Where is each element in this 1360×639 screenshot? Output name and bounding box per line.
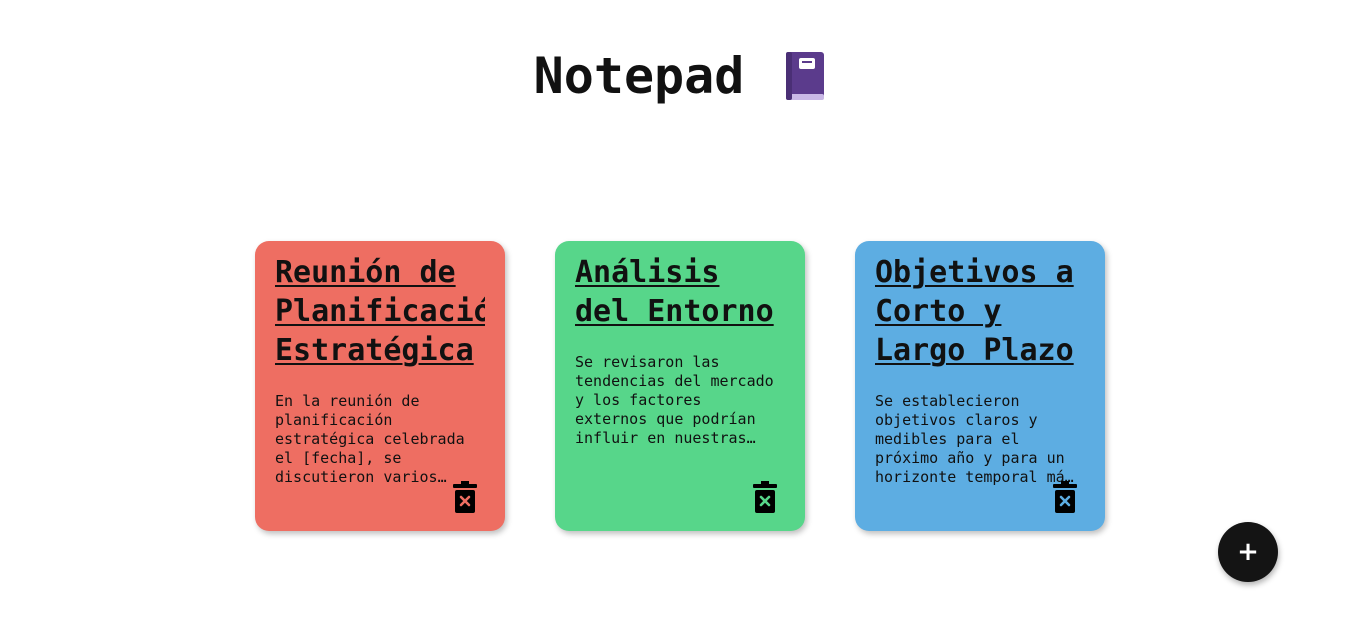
- notebook-icon: [786, 52, 825, 100]
- app-header: Notepad: [0, 44, 1360, 108]
- note-body: Se revisaron las tendencias del mercado …: [575, 353, 774, 447]
- notepad-page: Notepad Reunión de Planificación Estraté…: [0, 0, 1360, 639]
- note-title[interactable]: Objetivos a Corto y Largo Plazo: [875, 253, 1085, 370]
- trash-icon: [453, 481, 477, 513]
- delete-note-button[interactable]: [1053, 481, 1077, 513]
- note-card[interactable]: Análisis del Entorno Se revisaron las te…: [555, 241, 805, 531]
- trash-icon: [753, 481, 777, 513]
- note-title[interactable]: Análisis del Entorno: [575, 253, 785, 331]
- note-body: En la reunión de planificación estratégi…: [275, 392, 465, 486]
- note-body: Se establecieron objetivos claros y medi…: [875, 392, 1074, 486]
- plus-icon: +: [1237, 537, 1259, 567]
- trash-icon: [1053, 481, 1077, 513]
- notes-grid: Reunión de Planificación Estratégica En …: [255, 241, 1105, 531]
- page-title: Notepad: [533, 47, 745, 105]
- add-note-button[interactable]: +: [1218, 522, 1278, 582]
- delete-note-button[interactable]: [753, 481, 777, 513]
- note-card[interactable]: Reunión de Planificación Estratégica En …: [255, 241, 505, 531]
- note-title[interactable]: Reunión de Planificación Estratégica: [275, 253, 485, 370]
- delete-note-button[interactable]: [453, 481, 477, 513]
- note-card[interactable]: Objetivos a Corto y Largo Plazo Se estab…: [855, 241, 1105, 531]
